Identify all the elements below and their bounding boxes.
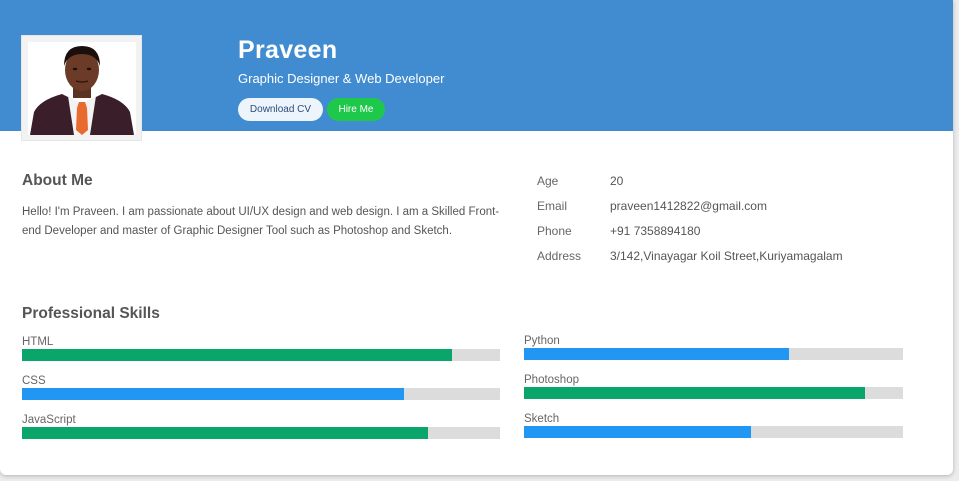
profile-name: Praveen: [238, 36, 338, 64]
download-cv-button[interactable]: Download CV: [238, 98, 323, 121]
info-key: Phone: [537, 224, 572, 238]
profile-header: [0, 0, 953, 131]
info-value: 3/142,Vinayagar Koil Street,Kuriyamagala…: [610, 249, 843, 263]
profile-photo-frame: [21, 35, 142, 141]
skill-track: [524, 387, 903, 399]
skill-label: Photoshop: [524, 374, 579, 386]
about-text: Hello! I'm Praveen. I am passionate abou…: [22, 206, 500, 237]
profile-photo-image: [28, 42, 136, 135]
skill-track: [524, 426, 903, 438]
profile-photo: [28, 42, 136, 135]
about-title: About Me: [22, 172, 93, 189]
profile-card: Praveen Graphic Designer & Web Developer…: [0, 0, 953, 475]
info-value: +91 7358894180: [610, 224, 701, 238]
skill-fill: [22, 427, 429, 439]
skill-label: Python: [524, 335, 560, 347]
skill-fill: [524, 426, 752, 438]
skill-fill: [22, 349, 453, 361]
skill-label: Sketch: [524, 413, 560, 425]
skill-track: [22, 349, 500, 361]
skill-label: CSS: [22, 375, 46, 387]
skill-label: HTML: [22, 336, 54, 348]
skill-fill: [524, 348, 790, 360]
info-key: Email: [537, 199, 568, 213]
profile-role: Graphic Designer & Web Developer: [238, 71, 445, 86]
skill-track: [22, 388, 500, 400]
skill-label: JavaScript: [22, 414, 76, 426]
skills-title: Professional Skills: [22, 305, 160, 322]
hire-me-button[interactable]: Hire Me: [327, 98, 385, 121]
skill-track: [524, 348, 903, 360]
skill-fill: [524, 387, 866, 399]
info-key: Address: [537, 249, 582, 263]
info-value: 20: [610, 174, 624, 188]
info-key: Age: [537, 174, 559, 188]
info-value-email[interactable]: praveen1412822@gmail.com: [610, 199, 767, 213]
skill-fill: [22, 388, 405, 400]
skill-track: [22, 427, 500, 439]
